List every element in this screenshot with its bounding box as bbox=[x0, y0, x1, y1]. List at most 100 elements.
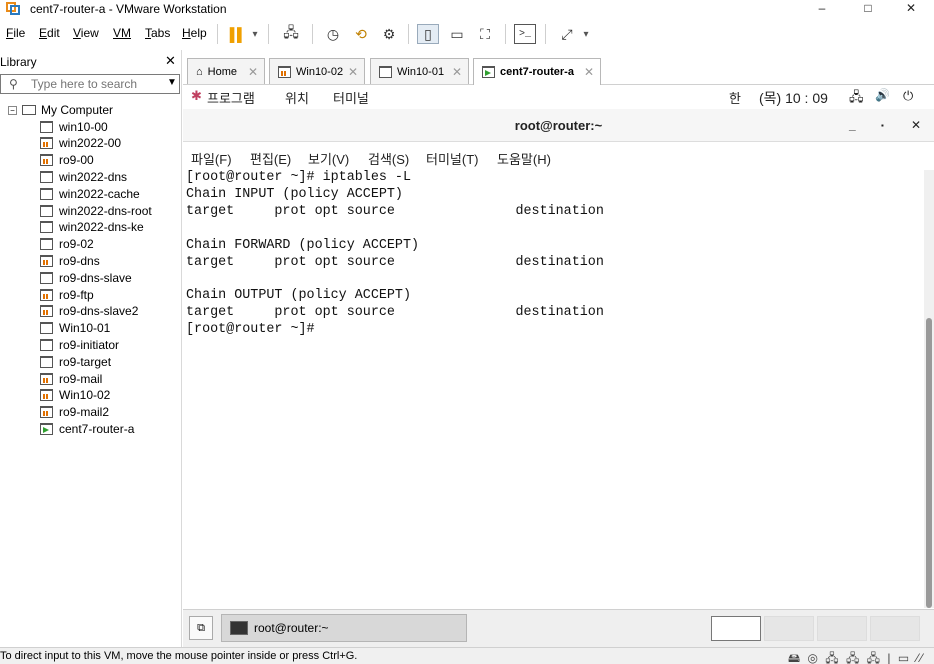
workspace-3[interactable] bbox=[817, 616, 867, 641]
library-close-button[interactable]: ✕ bbox=[165, 53, 176, 69]
close-window-button[interactable]: ✕ bbox=[888, 0, 934, 18]
send-ctrl-alt-del-icon[interactable]: 🖧 bbox=[280, 24, 302, 44]
terminal-maximize-button[interactable]: ▪ bbox=[881, 121, 884, 130]
maximize-button[interactable]: □ bbox=[845, 0, 891, 18]
taskbar-window-button[interactable]: root@router:~ bbox=[221, 614, 467, 642]
menu-vm[interactable]: VM bbox=[113, 26, 131, 40]
vm-running-icon bbox=[40, 305, 53, 318]
stretch-guest-icon[interactable]: ⤢ bbox=[556, 24, 578, 44]
view-library-icon[interactable]: ▯ bbox=[417, 24, 439, 44]
library-search-input[interactable] bbox=[31, 76, 161, 92]
menu-file-rest: ile bbox=[13, 26, 26, 40]
vm-item[interactable]: ro9-02 bbox=[40, 236, 94, 253]
tab-win10-01[interactable]: Win10-01 ✕ bbox=[370, 58, 469, 84]
vm-item[interactable]: win2022-dns-root bbox=[40, 202, 152, 219]
stretch-dropdown-icon[interactable]: ▾ bbox=[580, 24, 592, 44]
pause-icon[interactable]: ▌▌ bbox=[228, 24, 246, 44]
workspace-2[interactable] bbox=[764, 616, 814, 641]
tab-win10-01-label: Win10-01 bbox=[397, 65, 445, 78]
minimize-button[interactable]: – bbox=[799, 0, 845, 18]
vm-item-label: win2022-dns-ke bbox=[59, 220, 144, 235]
view-thumbnail-bar-icon[interactable]: ▭ bbox=[446, 24, 468, 44]
terminal-menu-file[interactable]: 파일(F) bbox=[191, 149, 232, 168]
terminal-menu-search[interactable]: 검색(S) bbox=[368, 149, 409, 168]
vm-display[interactable]: ✱ 프로그램 위치 터미널 한 (목) 10 : 09 🖧 🔊 ⏻ root@r… bbox=[183, 85, 934, 647]
status-message: To direct input to this VM, move the mou… bbox=[0, 650, 358, 662]
tab-win10-02[interactable]: Win10-02 ✕ bbox=[269, 58, 365, 84]
input-method-indicator[interactable]: 한 bbox=[729, 88, 741, 107]
vm-item[interactable]: Win10-02 bbox=[40, 387, 110, 404]
menu-help-rest: elp bbox=[190, 26, 207, 40]
vm-item[interactable]: ro9-mail bbox=[40, 370, 102, 387]
vm-item[interactable]: ro9-ftp bbox=[40, 286, 94, 303]
vm-running-icon bbox=[40, 372, 53, 385]
revert-snapshot-icon[interactable]: ⟲ bbox=[350, 24, 372, 44]
library-header: Library ✕ bbox=[0, 50, 182, 72]
tab-cent7-router-a[interactable]: cent7-router-a ✕ bbox=[473, 58, 601, 85]
terminal-close-button[interactable]: ✕ bbox=[911, 118, 921, 132]
search-dropdown-icon[interactable]: ▼ bbox=[167, 77, 177, 88]
menu-tabs[interactable]: Tabs bbox=[145, 26, 170, 40]
terminal-minimize-button[interactable]: _ bbox=[849, 118, 856, 132]
vm-item[interactable]: win2022-dns bbox=[40, 168, 127, 185]
vm-item-label: Win10-01 bbox=[59, 321, 111, 336]
vm-item[interactable]: ro9-mail2 bbox=[40, 404, 109, 421]
library-search-box[interactable]: ⚲ ▼ bbox=[0, 74, 180, 94]
vm-item[interactable]: ro9-dns-slave bbox=[40, 269, 132, 286]
vm-item[interactable]: ro9-dns bbox=[40, 252, 100, 269]
vm-item[interactable]: ro9-dns-slave2 bbox=[40, 303, 138, 320]
volume-icon[interactable]: 🔊 bbox=[875, 88, 890, 102]
close-icon[interactable]: ✕ bbox=[452, 65, 462, 79]
toolbar-separator bbox=[312, 24, 313, 44]
vm-item[interactable]: cent7-router-a bbox=[40, 420, 134, 437]
menu-help[interactable]: Help bbox=[182, 26, 207, 40]
vm-item[interactable]: Win10-01 bbox=[40, 320, 110, 337]
menu-file[interactable]: File bbox=[6, 26, 25, 40]
workspace-1[interactable] bbox=[711, 616, 761, 641]
tab-home[interactable]: ⌂ Home ✕ bbox=[187, 58, 265, 84]
vm-item[interactable]: win2022-cache bbox=[40, 185, 140, 202]
vm-item[interactable]: win2022-00 bbox=[40, 135, 121, 152]
pause-dropdown-icon[interactable]: ▾ bbox=[249, 24, 261, 44]
vm-item-label: ro9-dns bbox=[59, 253, 100, 268]
vm-item[interactable]: ro9-00 bbox=[40, 152, 94, 169]
power-icon[interactable]: ⏻ bbox=[903, 88, 913, 104]
fullscreen-icon[interactable]: ⛶ bbox=[474, 24, 496, 44]
vm-running-icon bbox=[40, 137, 53, 150]
terminal-output: [root@router ~]# iptables -L Chain INPUT… bbox=[186, 170, 604, 338]
gnome-places-menu[interactable]: 위치 bbox=[285, 88, 309, 107]
vm-item[interactable]: ro9-initiator bbox=[40, 336, 119, 353]
device-status-icons[interactable]: 🖴 ◎ 🖧 🖧 🖧 | ▭ ⁄⁄ bbox=[788, 649, 925, 664]
network-icon[interactable]: 🖧 bbox=[849, 88, 864, 110]
toolbar-separator bbox=[545, 24, 546, 44]
console-view-icon[interactable]: >_ bbox=[514, 24, 536, 44]
snapshot-icon[interactable]: ◷ bbox=[322, 24, 344, 44]
terminal-menu-help[interactable]: 도움말(H) bbox=[497, 149, 551, 168]
tree-root-label: My Computer bbox=[41, 103, 114, 117]
menu-view[interactable]: View bbox=[73, 26, 99, 40]
tree-root-my-computer[interactable]: − My Computer bbox=[8, 102, 113, 118]
gnome-applications-menu[interactable]: 프로그램 bbox=[207, 88, 255, 107]
menu-edit[interactable]: Edit bbox=[39, 26, 60, 40]
terminal-output-area[interactable]: [root@router ~]# iptables -L Chain INPUT… bbox=[183, 170, 923, 608]
vm-item-label: ro9-ftp bbox=[59, 287, 94, 302]
collapse-icon[interactable]: − bbox=[8, 105, 17, 115]
terminal-scrollbar[interactable] bbox=[924, 170, 934, 608]
vm-item[interactable]: win10-00 bbox=[40, 118, 108, 135]
terminal-menu-terminal[interactable]: 터미널(T) bbox=[426, 149, 478, 168]
vm-item[interactable]: win2022-dns-ke bbox=[40, 219, 144, 236]
close-icon[interactable]: ✕ bbox=[248, 65, 258, 79]
vm-running-icon bbox=[40, 288, 53, 301]
show-desktop-icon[interactable]: ⧉ bbox=[189, 616, 213, 640]
terminal-menu-view[interactable]: 보기(V) bbox=[308, 149, 349, 168]
gnome-clock[interactable]: (목) 10 : 09 bbox=[759, 88, 828, 108]
workspace-4[interactable] bbox=[870, 616, 920, 641]
terminal-menu-edit[interactable]: 편집(E) bbox=[250, 149, 291, 168]
gnome-terminal-menu[interactable]: 터미널 bbox=[333, 88, 369, 107]
close-icon[interactable]: ✕ bbox=[584, 65, 594, 79]
gnome-top-bar: ✱ 프로그램 위치 터미널 한 (목) 10 : 09 🖧 🔊 ⏻ bbox=[183, 85, 934, 109]
scrollbar-thumb[interactable] bbox=[926, 318, 932, 608]
close-icon[interactable]: ✕ bbox=[348, 65, 358, 79]
vm-item[interactable]: ro9-target bbox=[40, 353, 111, 370]
snapshot-manager-icon[interactable]: ⚙ bbox=[378, 24, 400, 44]
